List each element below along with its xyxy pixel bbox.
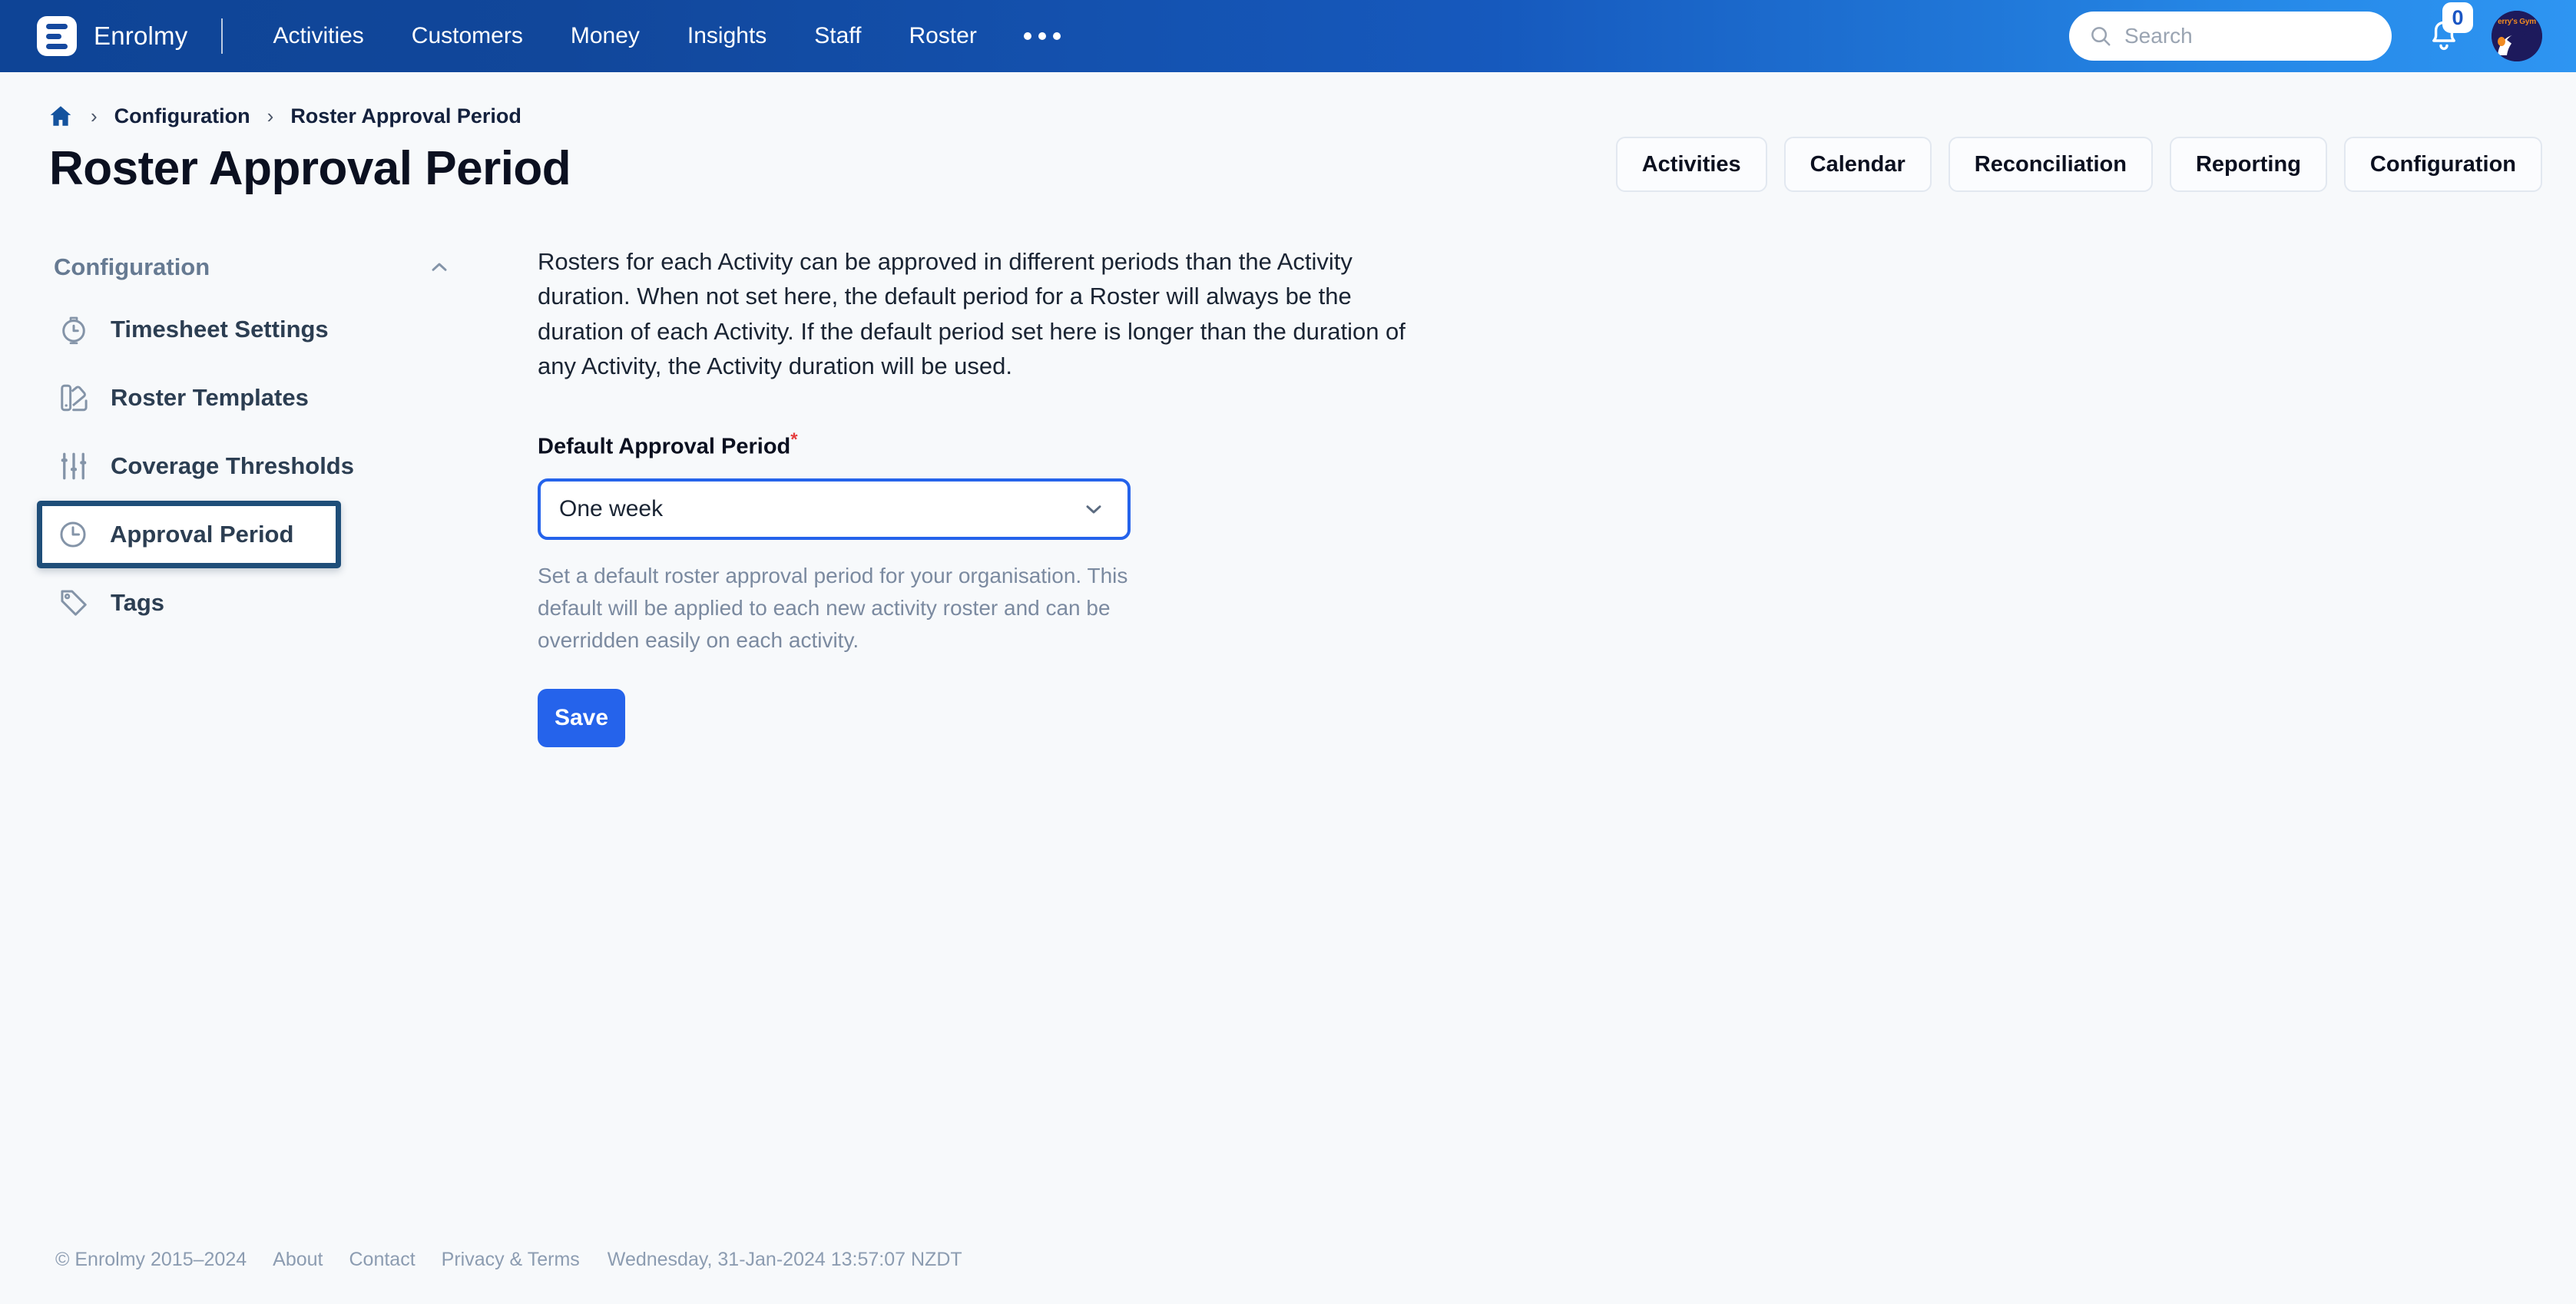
nav-right-cluster: Search 0 erry's Gym — [2069, 2, 2542, 61]
sidebar-item-label: Coverage Thresholds — [111, 452, 354, 479]
breadcrumb: › Configuration › Roster Approval Period — [0, 72, 2576, 129]
brand-name: Enrolmy — [94, 22, 188, 50]
palette-icon — [57, 381, 91, 415]
action-button-calendar[interactable]: Calendar — [1783, 137, 1932, 192]
avatar-label: erry's Gym — [2498, 18, 2536, 26]
nav-link-roster[interactable]: Roster — [885, 15, 1000, 57]
breadcrumb-separator-1: › — [91, 104, 98, 127]
footer-link-contact[interactable]: Contact — [349, 1249, 415, 1271]
brand[interactable]: Enrolmy — [37, 16, 187, 56]
page-footer: © Enrolmy 2015–2024 About Contact Privac… — [55, 1249, 962, 1271]
footer-link-about[interactable]: About — [273, 1249, 323, 1271]
clock-icon — [56, 518, 90, 551]
nav-link-staff[interactable]: Staff — [790, 15, 885, 57]
primary-nav: Activities Customers Money Insights Staf… — [249, 15, 1083, 57]
sidebar-item-tags[interactable]: Tags — [48, 578, 508, 628]
top-navigation-bar: Enrolmy Activities Customers Money Insig… — [0, 0, 2576, 72]
configuration-sidebar: Configuration Timesheet Settings Roster … — [37, 253, 508, 646]
save-button[interactable]: Save — [538, 688, 625, 747]
chevron-up-icon[interactable] — [427, 255, 452, 280]
breadcrumb-separator-2: › — [267, 104, 274, 127]
required-marker: * — [790, 429, 798, 450]
main-content: Rosters for each Activity can be approve… — [538, 244, 1459, 747]
footer-link-privacy-terms[interactable]: Privacy & Terms — [442, 1249, 580, 1271]
sidebar-item-timesheet-settings[interactable]: Timesheet Settings — [48, 304, 508, 355]
sidebar-item-label: Tags — [111, 589, 165, 616]
sidebar-item-approval-period[interactable]: Approval Period — [37, 501, 341, 568]
nav-link-customers[interactable]: Customers — [388, 15, 547, 57]
footer-copyright: © Enrolmy 2015–2024 — [55, 1249, 247, 1270]
action-button-configuration[interactable]: Configuration — [2343, 137, 2542, 192]
action-button-reconciliation[interactable]: Reconciliation — [1948, 137, 2153, 192]
chevron-down-icon[interactable] — [1081, 497, 1106, 521]
enrolmy-logo-icon — [37, 16, 77, 56]
sidebar-section-label: Configuration — [54, 253, 210, 280]
intro-description: Rosters for each Activity can be approve… — [538, 248, 1406, 379]
search-placeholder: Search — [2124, 24, 2193, 48]
nav-divider — [221, 18, 223, 54]
search-icon — [2091, 27, 2111, 46]
breadcrumb-item-configuration[interactable]: Configuration — [114, 104, 250, 128]
sidebar-item-roster-templates[interactable]: Roster Templates — [48, 372, 508, 423]
sidebar-item-label: Timesheet Settings — [111, 316, 329, 343]
field-label-text: Default Approval Period — [538, 434, 791, 459]
breadcrumb-item-current: Roster Approval Period — [290, 104, 521, 127]
nav-link-activities[interactable]: Activities — [249, 15, 387, 57]
action-button-reporting[interactable]: Reporting — [2169, 137, 2327, 192]
home-icon[interactable] — [48, 103, 74, 129]
sidebar-item-label: Roster Templates — [111, 384, 309, 411]
sidebar-item-coverage-thresholds[interactable]: Coverage Thresholds — [48, 441, 508, 491]
ellipsis-icon[interactable] — [1001, 20, 1084, 52]
sidebar-item-label: Approval Period — [110, 521, 294, 548]
default-approval-period-field: Default Approval Period* One week Set a … — [538, 431, 1459, 657]
footer-timestamp: Wednesday, 31-Jan-2024 13:57:07 NZDT — [607, 1249, 962, 1270]
select-selected-value: One week — [559, 495, 664, 521]
approval-period-select[interactable]: One week — [538, 478, 1131, 540]
tag-icon — [57, 586, 91, 620]
app-root: Enrolmy Activities Customers Money Insig… — [0, 0, 2576, 1304]
stopwatch-icon — [57, 313, 91, 346]
notification-count-badge: 0 — [2442, 2, 2473, 33]
notifications-button[interactable]: 0 — [2425, 2, 2473, 55]
field-label: Default Approval Period* — [538, 431, 798, 460]
nav-link-money[interactable]: Money — [547, 15, 664, 57]
avatar[interactable]: erry's Gym — [2492, 11, 2542, 61]
header-action-buttons: Activities Calendar Reconciliation Repor… — [1615, 137, 2542, 192]
action-button-activities[interactable]: Activities — [1615, 137, 1767, 192]
page-header: › Configuration › Roster Approval Period… — [0, 72, 2576, 196]
sliders-icon — [57, 449, 91, 483]
nav-link-insights[interactable]: Insights — [664, 15, 790, 57]
home-glyph — [50, 106, 71, 126]
sidebar-section-header[interactable]: Configuration — [48, 253, 462, 281]
field-helper-text: Set a default roster approval period for… — [538, 563, 1128, 652]
search-input[interactable]: Search — [2069, 12, 2392, 61]
